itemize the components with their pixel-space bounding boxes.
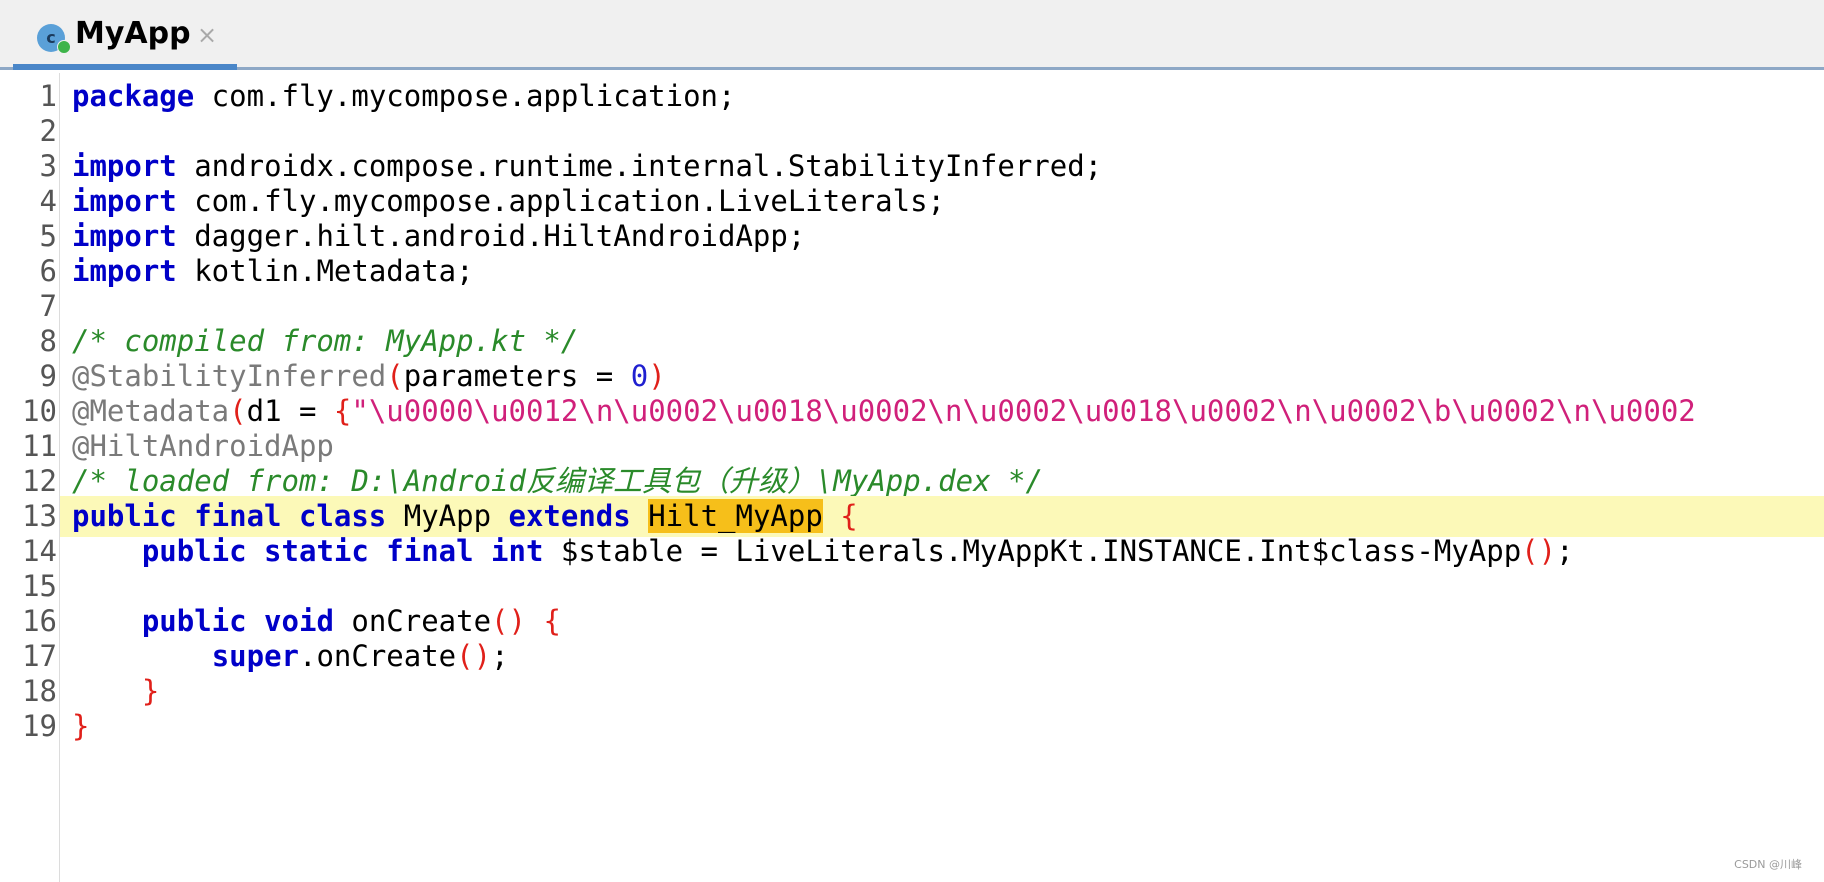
paren: ( — [386, 359, 404, 393]
paren: () — [456, 639, 492, 673]
watermark: CSDN @川峰 — [1734, 858, 1802, 871]
code-plain: dagger.hilt.android.HiltAndroidApp; — [176, 219, 806, 253]
code-plain: onCreate — [333, 604, 492, 638]
code-text: } — [60, 706, 1824, 747]
code-plain: com.fly.mycompose.application.LiveLitera… — [176, 184, 945, 218]
brace: { — [840, 499, 858, 533]
code-editor[interactable]: 1 package com.fly.mycompose.application;… — [13, 73, 1824, 882]
keyword: import — [72, 149, 177, 183]
code-plain: $stable = LiveLiterals.MyAppKt.INSTANCE.… — [543, 534, 1522, 568]
keyword: public static final int — [141, 534, 544, 568]
keyword: super — [211, 639, 299, 673]
annotation: @Metadata — [72, 394, 230, 428]
code-plain: androidx.compose.runtime.internal.Stabil… — [176, 149, 1103, 183]
brace: { — [333, 394, 352, 428]
annotation: @HiltAndroidApp — [72, 429, 334, 463]
code-comment: /* compiled from: MyApp.kt */ — [72, 324, 579, 358]
code-comment: /* loaded from: D:\Android反编译工具包（升级）\MyA… — [72, 464, 1043, 498]
string-literal: "\u0000\u0012\n\u0002\u0018\u0002\n\u000… — [351, 394, 1696, 428]
status-dot-icon — [57, 40, 71, 54]
code-plain: d1 = — [246, 394, 334, 428]
tab-title: MyApp — [75, 16, 191, 51]
close-icon[interactable]: × — [197, 19, 217, 51]
code-plain: ; — [491, 639, 509, 673]
highlighted-identifier[interactable]: Hilt_MyApp — [648, 499, 823, 533]
editor-tab-bar: c MyApp × — [0, 0, 1824, 70]
class-name: MyApp — [386, 499, 509, 533]
paren: () — [1521, 534, 1557, 568]
code-line: 19 } — [13, 706, 1824, 747]
code-plain: kotlin.Metadata; — [176, 254, 474, 288]
keyword: extends — [508, 499, 631, 533]
paren: () — [491, 604, 526, 638]
annotation: @StabilityInferred — [72, 359, 387, 393]
line-number: 19 — [22, 709, 57, 743]
brace: } — [72, 709, 90, 743]
keyword: import — [72, 184, 177, 218]
code-plain: ; — [1556, 534, 1574, 568]
keyword: public void — [141, 604, 334, 638]
number-literal: 0 — [630, 359, 649, 393]
code-plain: .onCreate — [299, 639, 457, 673]
keyword: package — [72, 79, 195, 113]
code-plain: com.fly.mycompose.application; — [194, 79, 736, 113]
brace: } — [141, 674, 160, 708]
code-plain: parameters = — [403, 359, 631, 393]
keyword: public final class — [72, 499, 387, 533]
tab-myapp[interactable]: c MyApp × — [13, 0, 237, 70]
paren: ) — [648, 359, 666, 393]
keyword: import — [72, 219, 177, 253]
paren: ( — [229, 394, 247, 428]
keyword: import — [72, 254, 177, 288]
brace: { — [543, 604, 561, 638]
